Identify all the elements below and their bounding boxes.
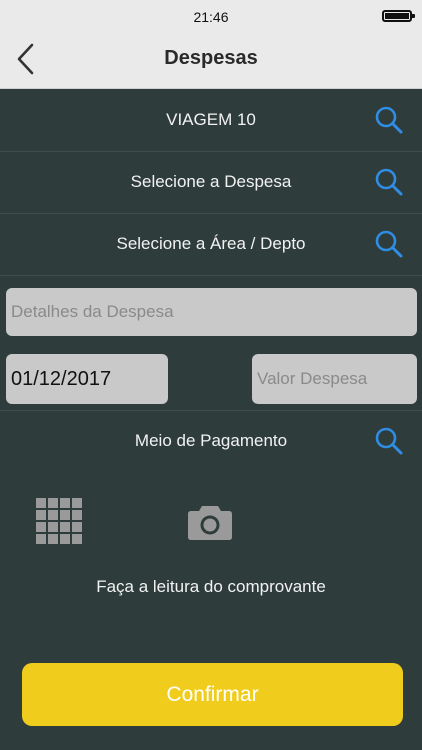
page-title: Despesas [164, 47, 258, 69]
payment-label: Meio de Pagamento [134, 431, 288, 450]
expense-selector[interactable]: Selecione a Despesa [0, 151, 422, 214]
confirm-button[interactable]: Confirmar [22, 663, 403, 726]
date-input[interactable] [6, 354, 168, 404]
keypad-icon[interactable] [36, 498, 82, 544]
battery-icon [382, 10, 415, 22]
expense-label: Selecione a Despesa [130, 172, 292, 191]
search-icon[interactable] [374, 426, 404, 456]
amount-input[interactable] [252, 354, 417, 404]
search-icon[interactable] [374, 167, 404, 197]
receipt-scan-hint: Faça a leitura do comprovante [96, 577, 326, 596]
nav-bar: Despesas [0, 30, 422, 89]
area-selector[interactable]: Selecione a Área / Depto [0, 213, 422, 276]
camera-icon[interactable] [187, 503, 233, 541]
status-bar: 21:46 [0, 0, 422, 30]
trip-selector[interactable]: VIAGEM 10 [0, 89, 422, 152]
status-time: 21:46 [193, 9, 229, 25]
payment-selector[interactable]: Meio de Pagamento [0, 410, 422, 472]
trip-label: VIAGEM 10 [166, 110, 256, 129]
expense-details-input[interactable] [6, 288, 417, 336]
search-icon[interactable] [374, 105, 404, 135]
area-label: Selecione a Área / Depto [116, 234, 306, 253]
search-icon[interactable] [374, 229, 404, 259]
